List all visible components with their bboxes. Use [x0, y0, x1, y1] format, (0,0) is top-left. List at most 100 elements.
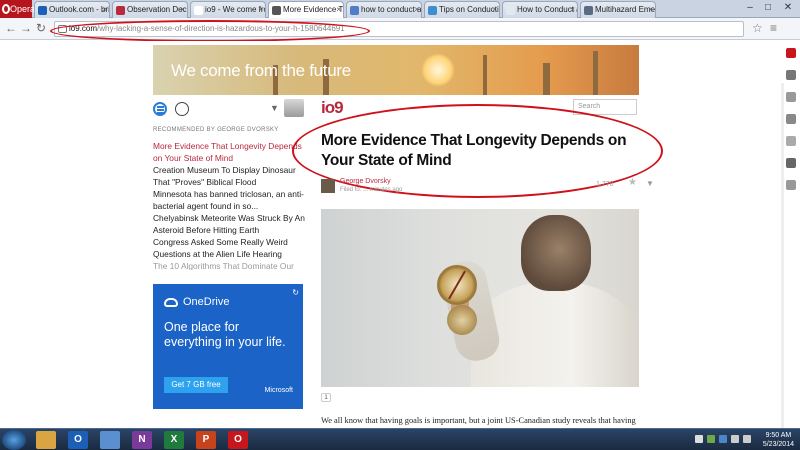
tab-label: Outlook.com - bri.bu...: [49, 5, 109, 14]
recommended-link[interactable]: Creation Museum To Display Dinosaur That…: [153, 164, 313, 188]
browser-tab[interactable]: Tips on Conducting a...×: [424, 1, 500, 18]
browser-tab[interactable]: More Evidence That Lo...×: [268, 1, 344, 19]
opera-logo-icon: [2, 4, 10, 14]
tab-label: How to Conduct a Fir...: [517, 5, 577, 14]
sidebar-icon[interactable]: [786, 114, 796, 124]
recommended-link[interactable]: Minnesota has banned triclosan, an anti-…: [153, 188, 313, 212]
tab-favicon: [506, 6, 515, 15]
maximize-icon[interactable]: □: [760, 2, 776, 15]
forward-icon[interactable]: →: [20, 21, 32, 35]
taskbar-app-icon[interactable]: N: [132, 431, 152, 449]
close-tab-icon[interactable]: ×: [102, 2, 107, 18]
article-byline: Filed to: ... minutes ago: [340, 187, 403, 193]
banner-tower: [543, 63, 550, 95]
window-controls: – □ ✕: [740, 0, 800, 18]
star-icon[interactable]: ★: [628, 177, 637, 188]
tab-favicon: [272, 6, 281, 15]
taskbar-app-icon[interactable]: P: [196, 431, 216, 449]
browser-tab[interactable]: io9 - We come from th...×: [190, 1, 266, 18]
recommended-link[interactable]: More Evidence That Longevity Depends on …: [153, 140, 313, 164]
close-tab-icon[interactable]: ×: [492, 2, 497, 18]
io9-logo[interactable]: io9: [321, 98, 344, 118]
compass-body: [447, 305, 477, 335]
article-hero-image: [321, 209, 639, 387]
close-tab-icon[interactable]: ×: [648, 2, 653, 18]
tray-icon[interactable]: [719, 435, 727, 443]
ad-line-1: One place for: [164, 320, 240, 334]
cloud-icon: [164, 298, 178, 307]
close-tab-icon[interactable]: ×: [336, 2, 341, 18]
chevron-down-icon[interactable]: ▼: [270, 103, 279, 113]
sidebar-icon[interactable]: [786, 92, 796, 102]
view-count: 1,770: [596, 181, 614, 188]
recommended-link[interactable]: The 10 Algorithms That Dominate Our Worl…: [153, 260, 313, 270]
clock[interactable]: 9:50 AM 5/23/2014: [763, 431, 794, 449]
tab-strip: Opera Outlook.com - bri.bu...×Observatio…: [0, 0, 800, 19]
sidebar-icon[interactable]: [786, 70, 796, 80]
start-button[interactable]: [2, 430, 26, 450]
browser-tab[interactable]: Outlook.com - bri.bu...×: [34, 1, 110, 18]
author-avatar[interactable]: [321, 179, 335, 193]
tab-favicon: [194, 6, 203, 15]
sidebar-icon[interactable]: [786, 158, 796, 168]
man-head: [521, 215, 591, 291]
taskbar-app-icon[interactable]: O: [68, 431, 88, 449]
tab-label: Observation Deck - Se...: [127, 5, 187, 14]
tab-favicon: [116, 6, 125, 15]
tab-label: Tips on Conducting a...: [439, 5, 499, 14]
network-icon[interactable]: [731, 435, 739, 443]
close-tab-icon[interactable]: ×: [414, 2, 419, 18]
scrollbar[interactable]: [781, 83, 784, 428]
tray-icon[interactable]: [695, 435, 703, 443]
clock-date: 5/23/2014: [762, 441, 794, 448]
opera-menu-button[interactable]: Opera: [0, 0, 36, 18]
tab-label: how to conduct an ev...: [361, 5, 422, 14]
taskbar-app-icon[interactable]: X: [164, 431, 184, 449]
web-page: We come from the future ▼ RECOMMENDED BY…: [0, 41, 800, 428]
notifications-circle-icon[interactable]: [175, 102, 189, 116]
banner-sun: [421, 53, 455, 87]
close-tab-icon[interactable]: ×: [570, 2, 575, 18]
opera-sidebar-icon[interactable]: [786, 48, 796, 58]
taskbar-app-icon[interactable]: [36, 431, 56, 449]
logo-io: io: [321, 98, 335, 117]
refresh-icon[interactable]: ↻: [292, 288, 299, 297]
get-storage-button[interactable]: Get 7 GB free: [164, 377, 228, 393]
banner-tagline: We come from the future: [171, 61, 351, 80]
onedrive-ad[interactable]: OneDrive ↻ One place for everything in y…: [153, 284, 303, 409]
bookmark-star-icon[interactable]: ☆: [752, 21, 763, 35]
browser-tab[interactable]: how to conduct an ev...×: [346, 1, 422, 18]
chevron-down-icon[interactable]: ▼: [646, 179, 654, 188]
recommended-link[interactable]: Chelyabinsk Meteorite Was Struck By An A…: [153, 212, 313, 236]
sidebar-icon[interactable]: [786, 136, 796, 146]
sidebar-icon[interactable]: [786, 180, 796, 190]
tab-favicon: [350, 6, 359, 15]
opera-label: Opera: [10, 4, 36, 14]
tray-icon[interactable]: [707, 435, 715, 443]
recommended-link[interactable]: Congress Asked Some Really Weird Questio…: [153, 236, 313, 260]
ad-line-2: everything in your life.: [164, 335, 286, 349]
tab-favicon: [584, 6, 593, 15]
site-banner[interactable]: We come from the future: [153, 45, 639, 95]
close-tab-icon[interactable]: ×: [180, 2, 185, 18]
back-icon[interactable]: ←: [5, 21, 17, 35]
taskbar-app-icon[interactable]: O: [228, 431, 248, 449]
browser-tab[interactable]: Multihazard Emergen...×: [580, 1, 656, 18]
close-window-icon[interactable]: ✕: [780, 2, 796, 15]
browser-tab[interactable]: How to Conduct a Fir...×: [502, 1, 578, 18]
browser-tab[interactable]: Observation Deck - Se...×: [112, 1, 188, 18]
minimize-icon[interactable]: –: [742, 2, 758, 15]
close-tab-icon[interactable]: ×: [258, 2, 263, 18]
volume-icon[interactable]: [743, 435, 751, 443]
author-name[interactable]: George Dvorsky: [340, 178, 391, 185]
image-counter: 1: [321, 393, 331, 402]
taskbar-app-icon[interactable]: [100, 431, 120, 449]
url-annotation-circle: [50, 20, 370, 42]
user-avatar[interactable]: [284, 99, 304, 117]
tab-label: io9 - We come from th...: [205, 5, 265, 14]
tab-favicon: [428, 6, 437, 15]
hamburger-menu-icon[interactable]: [153, 102, 167, 116]
menu-icon[interactable]: ≡: [770, 21, 777, 35]
ad-brand: OneDrive: [183, 296, 230, 308]
reload-icon[interactable]: ↻: [36, 21, 46, 35]
